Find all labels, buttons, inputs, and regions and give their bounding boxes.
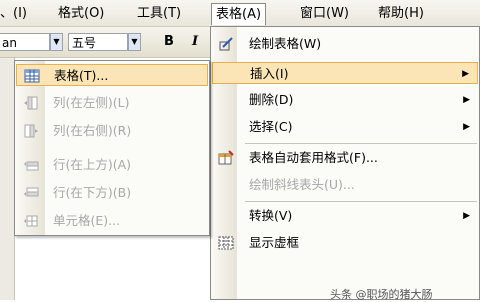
submenu-item-label: 列(在左侧)(L) (53, 95, 130, 110)
submenu-arrow-icon: ▶ (462, 69, 469, 79)
menu-item-label: 转换(V) (249, 208, 293, 223)
menu-item-label: 插入(I) (250, 66, 289, 81)
submenu-item-label: 表格(T)... (54, 68, 109, 83)
menu-table[interactable]: 表格(A) (211, 3, 267, 25)
menu-tools[interactable]: 工具(T) (137, 5, 181, 22)
menu-item-autoformat[interactable]: 表格自动套用格式(F)... (212, 147, 478, 169)
formatting-toolbar: an ▼ 五号 ▼ B I (0, 27, 214, 58)
submenu-item-label: 行(在下方)(B) (53, 185, 132, 200)
submenu-arrow-icon: ▶ (463, 95, 470, 105)
italic-button[interactable]: I (186, 34, 204, 50)
submenu-arrow-icon: ▶ (463, 122, 470, 132)
menu-item-label: 删除(D) (249, 92, 294, 107)
menu-separator (245, 201, 477, 202)
menu-item-delete[interactable]: 删除(D) ▶ (212, 89, 478, 111)
font-size-field[interactable]: 五号 (68, 33, 128, 51)
submenu-item-cell[interactable]: 单元格(E)... (16, 210, 208, 232)
vertical-ruler (0, 58, 15, 300)
table-icon (24, 69, 40, 83)
submenu-item-label: 列(在右侧)(R) (53, 123, 132, 138)
menu-bar: 、(I) 格式(O) 工具(T) 表格(A) 窗口(W) 帮助(H) (0, 0, 480, 27)
submenu-item-row-above[interactable]: 行(在上方)(A) (16, 154, 208, 176)
cell-icon (24, 215, 38, 227)
font-size-dropdown-icon[interactable]: ▼ (128, 33, 141, 51)
menu-item-select[interactable]: 选择(C) ▶ (212, 116, 478, 138)
submenu-item-label: 行(在上方)(A) (53, 157, 132, 172)
menu-help[interactable]: 帮助(H) (378, 5, 424, 22)
menu-gutter (15, 61, 45, 235)
col-right-icon (24, 124, 38, 138)
submenu-item-row-below[interactable]: 行(在下方)(B) (16, 182, 208, 204)
row-below-icon (24, 187, 39, 197)
menu-item-draw-table[interactable]: 绘制表格(W) (212, 33, 478, 55)
insert-submenu: 表格(T)... 列(在左侧)(L) 列(在右侧)(R) 行(在上方)(A) 行… (14, 60, 210, 236)
font-name-field[interactable]: an (0, 33, 50, 51)
submenu-item-column-right[interactable]: 列(在右侧)(R) (16, 120, 208, 142)
submenu-item-column-left[interactable]: 列(在左侧)(L) (16, 92, 208, 114)
submenu-item-label: 单元格(E)... (53, 213, 121, 228)
menu-item-diagonal-header[interactable]: 绘制斜线表头(U)... (212, 174, 478, 196)
menu-item-label: 绘制表格(W) (249, 36, 322, 51)
menu-item-insert[interactable]: 插入(I) ▶ (212, 62, 478, 84)
menu-window[interactable]: 窗口(W) (300, 5, 349, 22)
menu-item-label: 表格自动套用格式(F)... (249, 150, 378, 165)
submenu-arrow-icon: ▶ (463, 211, 470, 221)
row-above-icon (24, 161, 39, 171)
autoformat-icon (218, 150, 234, 165)
pencil-icon (219, 37, 233, 51)
gridlines-icon (218, 236, 234, 250)
submenu-item-table[interactable]: 表格(T)... (16, 64, 208, 86)
menu-item-show-gridlines[interactable]: 显示虚框 (212, 232, 478, 254)
col-left-icon (24, 96, 38, 110)
menu-insert[interactable]: 、(I) (0, 5, 27, 22)
menu-item-label: 显示虚框 (249, 235, 300, 250)
menu-item-label: 绘制斜线表头(U)... (249, 177, 355, 192)
font-name-dropdown-icon[interactable]: ▼ (50, 33, 63, 51)
menu-item-convert[interactable]: 转换(V) ▶ (212, 205, 478, 227)
menu-item-label: 选择(C) (249, 119, 293, 134)
table-menu: 绘制表格(W) 插入(I) ▶ 删除(D) ▶ 选择(C) ▶ 表格自动套用格式… (210, 26, 480, 300)
menu-separator (245, 143, 477, 144)
menu-format[interactable]: 格式(O) (58, 5, 104, 22)
bold-button[interactable]: B (160, 34, 178, 50)
